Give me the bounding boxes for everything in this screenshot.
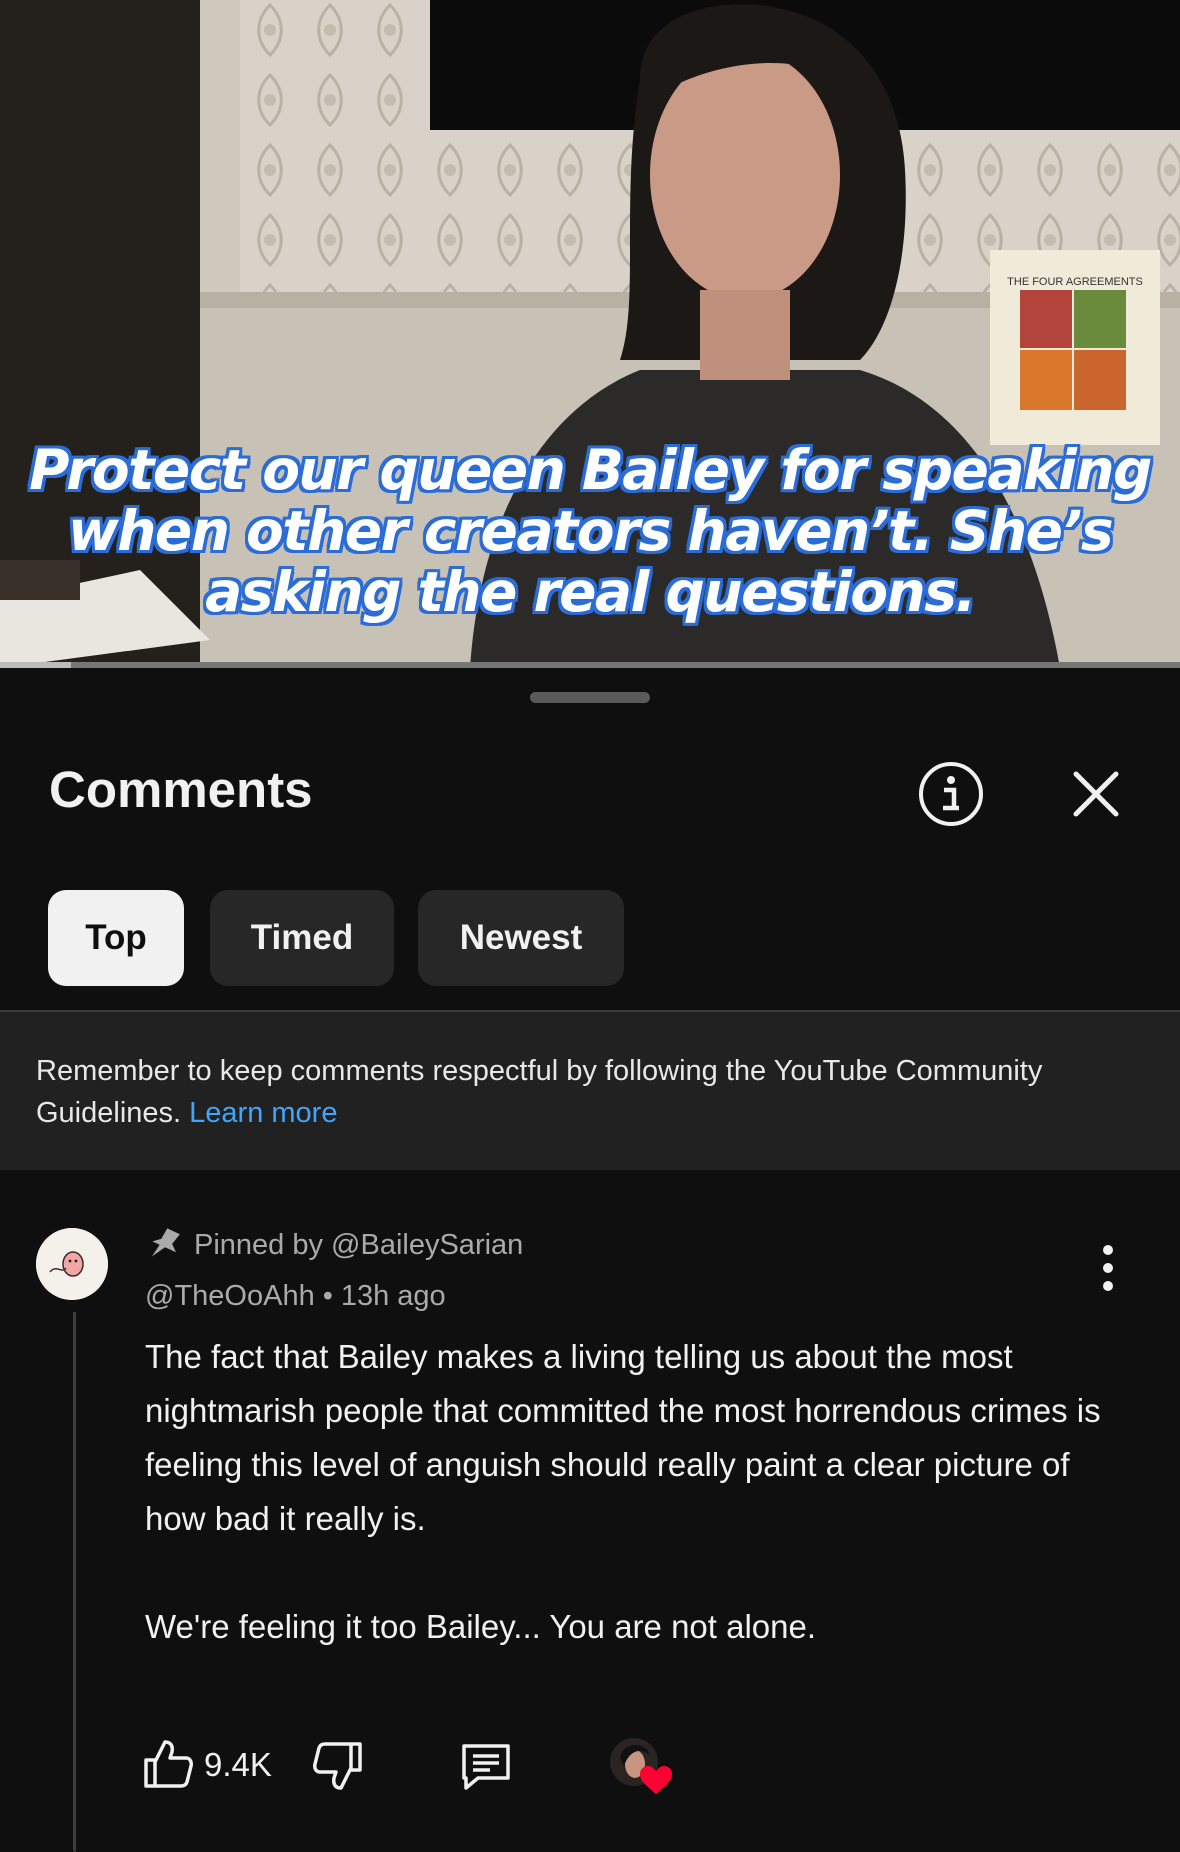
creator-avatar-heart-icon [610,1738,672,1794]
video-player[interactable]: THE FOUR AGREEMENTS Protect our queen Ba… [0,0,1180,668]
creator-heart-badge [608,1736,674,1796]
guidelines-message: Remember to keep comments respectful by … [36,1055,1043,1129]
like-button[interactable] [142,1738,194,1790]
avatar-image [36,1228,108,1300]
guidelines-banner: Remember to keep comments respectful by … [0,1010,1180,1170]
comments-panel: Comments Top Timed Newest Remember to ke… [0,668,1180,1852]
dislike-button[interactable] [312,1740,364,1792]
more-options-button[interactable] [1092,1242,1124,1294]
info-button[interactable] [917,760,985,828]
thumbs-down-icon [313,1742,362,1790]
close-icon [1073,771,1119,817]
comment-actions: 9.4K [0,1728,1180,1798]
chip-timed[interactable]: Timed [210,890,394,986]
drag-handle[interactable] [530,692,650,703]
learn-more-link[interactable]: Learn more [189,1097,337,1129]
like-count: 9.4K [204,1746,272,1783]
pin-icon [151,1228,180,1257]
comment-body: The fact that Bailey makes a living tell… [145,1338,1101,1645]
comments-title: Comments [49,761,313,818]
pinned-text: Pinned by @BaileySarian [194,1228,524,1261]
more-vertical-icon [1103,1245,1113,1291]
thumbs-up-icon [144,1740,193,1788]
comment-author[interactable]: @TheOoAhh [145,1280,315,1312]
comment-time: 13h ago [340,1280,446,1312]
guidelines-text: Remember to keep comments respectful by … [36,1050,1136,1134]
close-button[interactable] [1070,768,1122,820]
chip-newest[interactable]: Newest [418,890,624,986]
comment-meta: @TheOoAhh • 13h ago [145,1280,446,1313]
chip-top[interactable]: Top [48,890,184,986]
comment-thread: Pinned by @BaileySarian @TheOoAhh • 13h ag… [0,1168,1180,1852]
pinned-label: Pinned by @BaileySarian [148,1224,523,1266]
meta-separator: • [322,1280,333,1312]
comment-icon [462,1744,510,1790]
avatar[interactable] [36,1228,108,1300]
info-icon [919,762,983,826]
video-caption: Protect our queen Bailey for speaking wh… [29,438,1152,624]
poster-title: THE FOUR AGREEMENTS [1007,276,1143,288]
reply-button[interactable] [458,1740,514,1792]
